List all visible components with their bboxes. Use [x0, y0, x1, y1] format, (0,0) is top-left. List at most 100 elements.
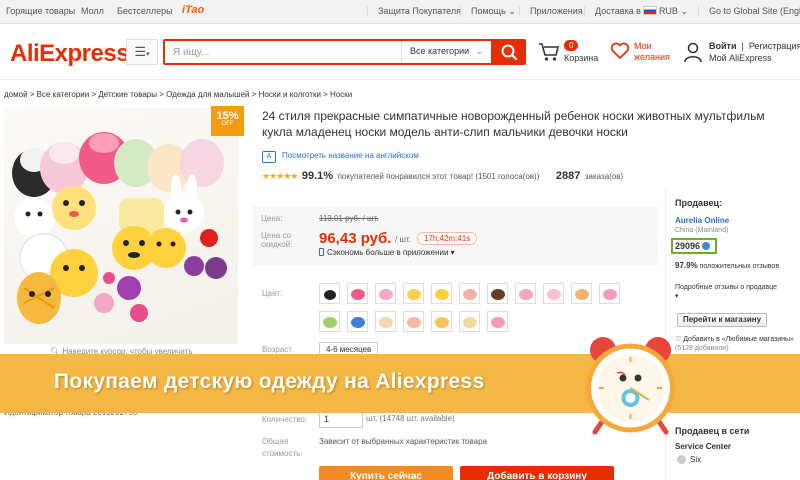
my-aliexpress-link[interactable]: Мой AliExpress	[709, 53, 772, 63]
mall-link[interactable]: Молл	[81, 6, 104, 16]
wishlist-button[interactable]: Мои желания	[610, 38, 680, 68]
hamburger-icon: ☰	[134, 44, 147, 59]
qty-available: шт. (14748 шт. available)	[366, 414, 455, 423]
breadcrumb: домой > Все категории > Детские товары >…	[4, 90, 353, 99]
caret-down-icon: ▾	[675, 293, 679, 300]
caret-down-icon: ▾	[450, 248, 455, 257]
categories-menu-button[interactable]: ☰▾	[126, 39, 158, 65]
breadcrumb-item[interactable]: Одежда для малышей	[166, 90, 249, 99]
russia-flag-icon	[642, 6, 657, 15]
feedback-label: положительных отзывов	[699, 263, 780, 270]
translate-title-link[interactable]: A Посмотреть название на английском	[262, 151, 419, 163]
color-swatch[interactable]	[459, 283, 480, 304]
top-bar: Горящие товары Молл Бестселлеры iTao Защ…	[0, 0, 800, 24]
rating-text[interactable]: покупателей понравился этот товар! (1501…	[338, 172, 540, 181]
price-unit: / шт.	[395, 235, 411, 244]
color-swatch[interactable]	[431, 283, 452, 304]
detail-reviews-label: Подробные отзывы о продавце	[675, 284, 778, 291]
color-swatch[interactable]	[403, 311, 424, 332]
cart-button[interactable]: 0 Корзина	[538, 38, 608, 68]
aliexpress-logo[interactable]: AliExpress™	[10, 40, 136, 68]
color-swatch[interactable]	[515, 283, 536, 304]
color-swatch[interactable]	[571, 283, 592, 304]
header: AliExpress™ ☰▾ Я ищу... Все категории ⌄ …	[0, 24, 800, 80]
login-link[interactable]: Войти	[709, 41, 736, 51]
total-label-1: Общая	[262, 437, 289, 446]
color-swatch[interactable]	[403, 283, 424, 304]
seller-name-link[interactable]: Aurelia Online	[675, 216, 729, 225]
search-category-label: Все категории	[410, 46, 470, 56]
register-link[interactable]: Регистрация	[749, 41, 800, 51]
translate-icon: A	[262, 151, 276, 163]
price-label: Цена:	[261, 214, 283, 223]
app-save-dropdown[interactable]: Сэкономь больше в приложении ▾	[319, 248, 455, 257]
heart-icon	[610, 42, 630, 59]
color-swatch[interactable]	[319, 283, 340, 304]
seller-score[interactable]: 29096	[671, 238, 717, 254]
color-swatch[interactable]	[431, 311, 452, 332]
total-label-2: стоимость:	[262, 449, 303, 458]
help-label: Помощь	[471, 6, 506, 16]
color-swatch[interactable]	[599, 283, 620, 304]
buyer-protection-link[interactable]: Защита Покупателя	[367, 6, 461, 16]
taobao-logo[interactable]: iTao	[182, 4, 204, 16]
chat-contact[interactable]: Six	[677, 455, 701, 464]
translate-label: Посмотреть название на английском	[282, 151, 419, 160]
product-title: 24 стиля прекрасные симпатичные новорожд…	[262, 109, 765, 139]
breadcrumb-item[interactable]: Носки	[330, 90, 352, 99]
contact-name: Six	[690, 455, 702, 464]
color-label: Цвет:	[262, 289, 283, 298]
quantity-input[interactable]: 1	[319, 411, 363, 428]
age-label: Возраст	[262, 345, 292, 354]
search-category-select[interactable]: Все категории ⌄	[401, 41, 491, 63]
medal-icon	[702, 242, 711, 250]
chevron-down-icon: ⌄	[508, 6, 516, 16]
cart-label: Корзина	[564, 53, 599, 63]
qty-label: Количество:	[262, 415, 308, 424]
add-to-cart-button[interactable]: Добавить в корзину	[460, 466, 614, 480]
breadcrumb-item[interactable]: домой	[4, 90, 28, 99]
color-swatch[interactable]	[319, 311, 340, 332]
discount-price-label-2: скидкой:	[261, 240, 293, 249]
user-icon	[684, 42, 702, 63]
product-main-image[interactable]	[4, 108, 238, 344]
breadcrumb-item[interactable]: Все категории	[37, 90, 90, 99]
search-button[interactable]	[493, 39, 526, 65]
help-menu[interactable]: Помощь ⌄	[460, 6, 516, 17]
status-dot-icon	[677, 455, 686, 464]
buy-now-button[interactable]: Купить сейчас	[319, 466, 453, 480]
bestsellers-link[interactable]: Бестселлеры	[117, 6, 173, 16]
color-swatch[interactable]	[487, 311, 508, 332]
wishlist-label-2: желания	[634, 52, 670, 62]
apps-link[interactable]: Приложения	[519, 6, 583, 16]
chevron-down-icon: ⌄	[680, 6, 689, 16]
color-swatch[interactable]	[375, 311, 396, 332]
countdown-timer: 17h:42m:41s	[417, 232, 478, 245]
global-site-link[interactable]: Go to Global Site (English)	[698, 6, 800, 16]
color-swatch[interactable]	[459, 311, 480, 332]
currency-label: RUB	[658, 6, 678, 16]
add-favorite-store-link[interactable]: ♡ Добавить в «Любимые магазины» (5128 до…	[675, 335, 800, 353]
color-swatch[interactable]	[487, 283, 508, 304]
color-swatch[interactable]	[375, 283, 396, 304]
discount-badge: 15% OFF	[211, 106, 244, 136]
detail-reviews-dropdown[interactable]: Подробные отзывы о продавце ▾	[675, 283, 800, 301]
seller-panel: Продавец: Aurelia Online China (Mainland…	[665, 190, 800, 480]
breadcrumb-item[interactable]: Носки и колготки	[259, 90, 321, 99]
seller-online-title: Продавец в сети	[675, 426, 750, 436]
old-price: 113,01 руб. / шт.	[319, 214, 379, 223]
color-swatch[interactable]	[347, 283, 368, 304]
seller-feedback: 97.9% положительных отзывов	[675, 261, 795, 271]
color-swatch[interactable]	[347, 311, 368, 332]
service-center-label: Service Center	[675, 442, 732, 451]
cart-icon	[539, 43, 560, 61]
fav-count: (5128 добавили)	[675, 345, 729, 352]
ship-to-menu[interactable]: Доставка в RUB ⌄	[584, 6, 688, 17]
app-save-label: Сэкономь больше в приложении	[327, 248, 449, 257]
go-to-store-button[interactable]: Перейти к магазину	[677, 313, 767, 327]
hot-deals-link[interactable]: Горящие товары	[6, 6, 75, 16]
discount-price-label-1: Цена со	[261, 231, 291, 240]
color-swatch[interactable]	[543, 283, 564, 304]
account-menu[interactable]: Войти | Регистрация Мой AliExpress	[683, 38, 800, 68]
breadcrumb-item[interactable]: Детские товары	[98, 90, 157, 99]
